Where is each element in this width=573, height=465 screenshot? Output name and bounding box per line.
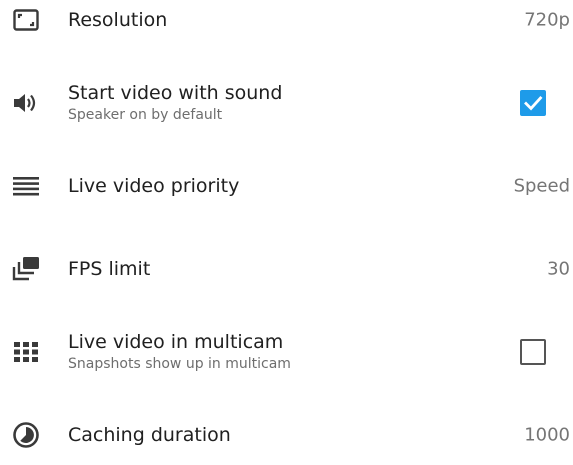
setting-title: Start video with sound — [68, 82, 283, 104]
setting-title: Resolution — [68, 9, 168, 31]
clock-icon — [10, 419, 42, 451]
multicam-checkbox[interactable] — [520, 339, 546, 365]
fps-icon — [10, 253, 42, 285]
setting-title: Caching duration — [68, 424, 231, 446]
setting-title: Live video priority — [68, 175, 240, 197]
setting-resolution[interactable]: Resolution 720p — [0, 0, 573, 50]
grid-icon — [10, 336, 42, 368]
setting-value: 1000 — [524, 424, 570, 446]
setting-subtitle: Speaker on by default — [68, 107, 223, 123]
setting-start-video-with-sound[interactable]: Start video with sound Speaker on by def… — [0, 73, 573, 133]
setting-caching-duration[interactable]: Caching duration 1000 — [0, 405, 573, 465]
priority-icon — [10, 170, 42, 202]
setting-title: Live video in multicam — [68, 331, 284, 353]
setting-live-video-priority[interactable]: Live video priority Speed — [0, 156, 573, 216]
setting-value: Speed — [513, 175, 570, 197]
setting-title: FPS limit — [68, 258, 151, 280]
resolution-icon — [10, 4, 42, 36]
speaker-icon — [10, 87, 42, 119]
sound-checkbox[interactable] — [520, 90, 546, 116]
setting-subtitle: Snapshots show up in multicam — [68, 356, 291, 372]
setting-live-video-in-multicam[interactable]: Live video in multicam Snapshots show up… — [0, 322, 573, 382]
setting-fps-limit[interactable]: FPS limit 30 — [0, 239, 573, 299]
setting-value: 30 — [547, 258, 570, 280]
setting-value: 720p — [524, 9, 570, 31]
